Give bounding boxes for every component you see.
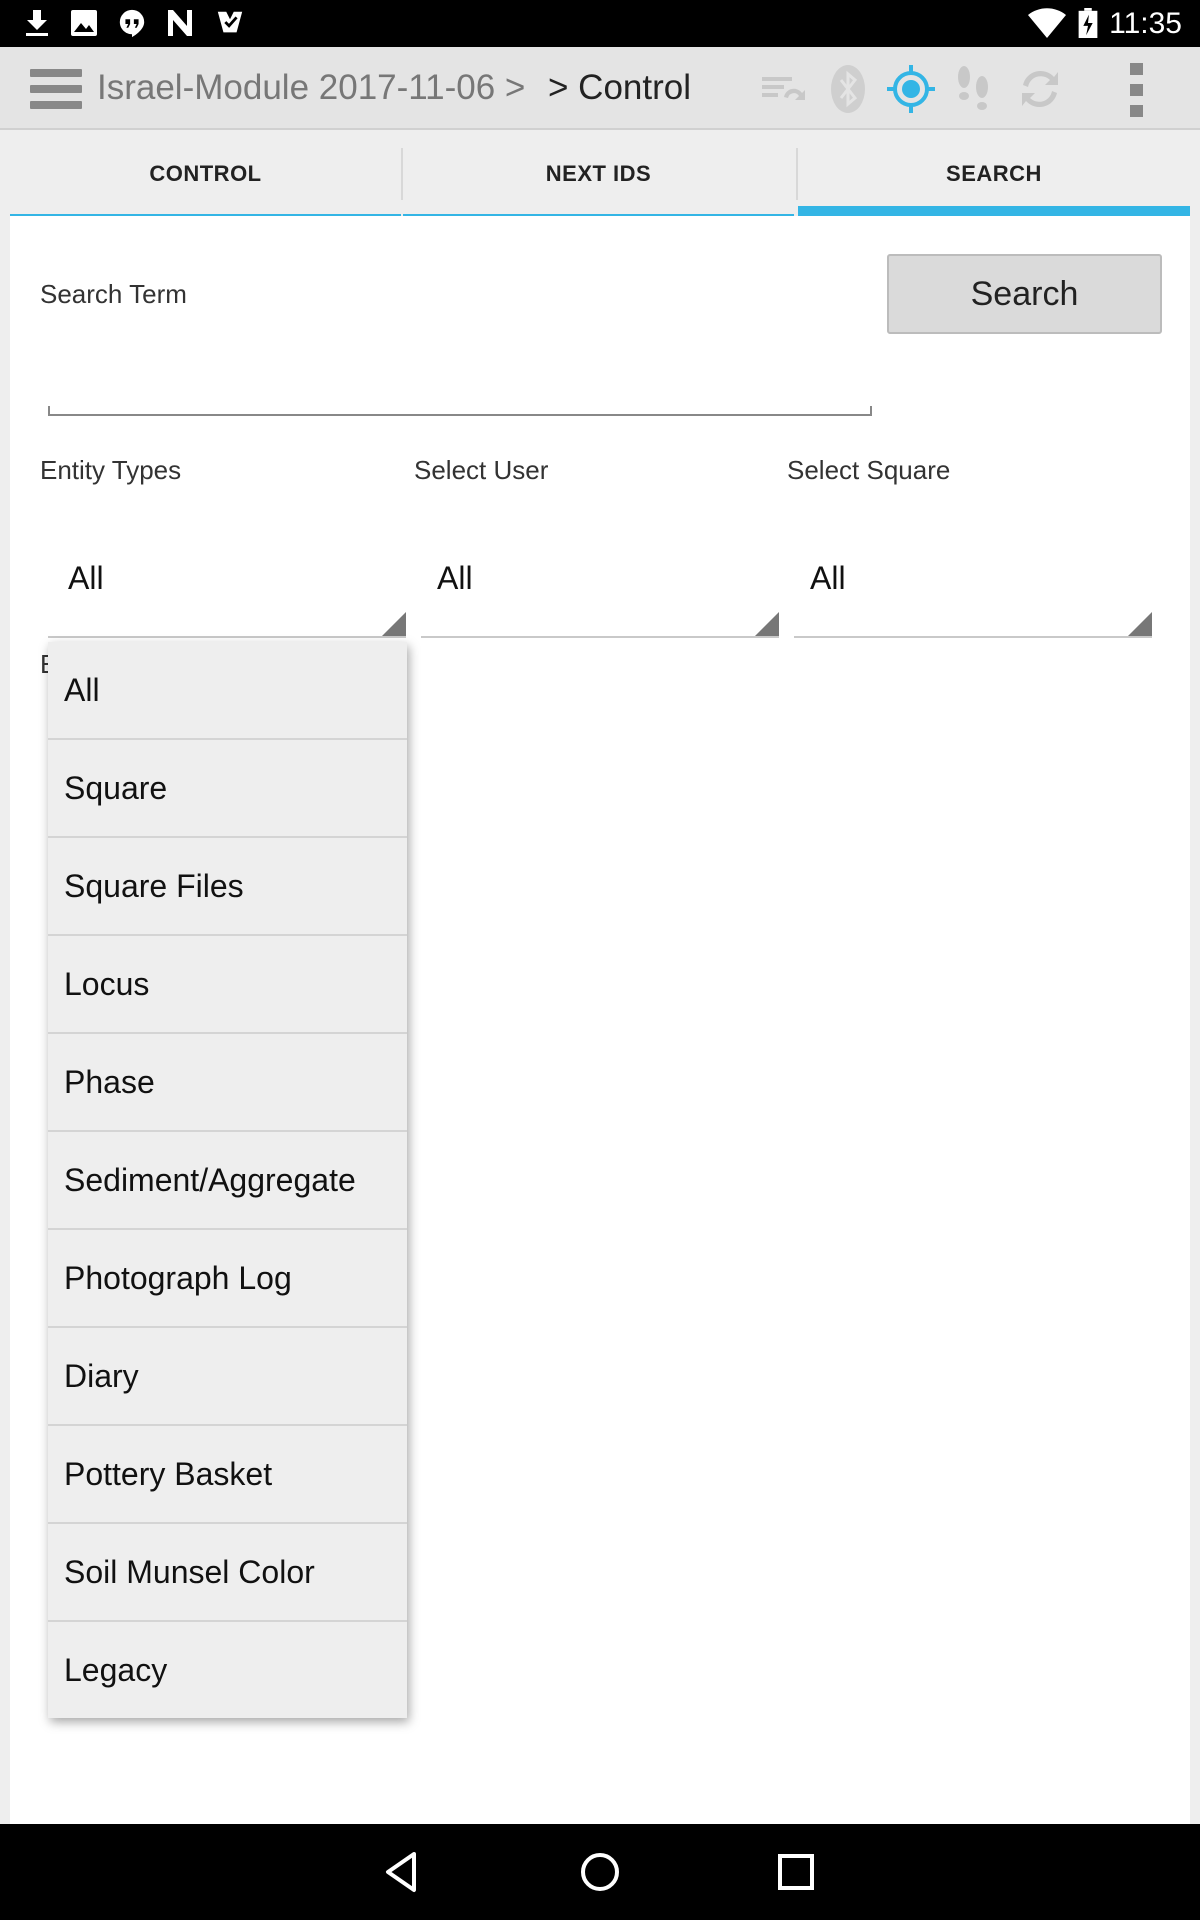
battery-charging-icon bbox=[1078, 8, 1098, 38]
dropdown-item-sediment-aggregate[interactable]: Sediment/Aggregate bbox=[48, 1132, 407, 1230]
image-icon bbox=[71, 10, 97, 36]
tab-control-label: CONTROL bbox=[149, 161, 262, 186]
dropdown-item-phase[interactable]: Phase bbox=[48, 1034, 407, 1132]
dropdown-item-legacy[interactable]: Legacy bbox=[48, 1622, 407, 1720]
hangouts-icon bbox=[119, 9, 145, 38]
download-icon bbox=[26, 10, 48, 36]
select-user-spinner[interactable]: All bbox=[421, 532, 779, 638]
tab-search[interactable]: SEARCH bbox=[798, 132, 1190, 216]
tab-control[interactable]: CONTROL bbox=[10, 132, 401, 216]
inbox-check-icon bbox=[217, 11, 243, 33]
dropdown-arrow-icon bbox=[1128, 612, 1152, 636]
wifi-icon bbox=[1028, 8, 1066, 38]
navigation-bar bbox=[0, 1824, 1200, 1920]
search-term-label: Search Term bbox=[40, 279, 187, 309]
home-icon[interactable] bbox=[576, 1848, 624, 1896]
select-user-value: All bbox=[437, 560, 473, 596]
dropdown-item-locus[interactable]: Locus bbox=[48, 936, 407, 1034]
nfc-icon bbox=[168, 10, 192, 36]
search-input[interactable] bbox=[48, 326, 872, 416]
tab-bar: CONTROL NEXT IDS SEARCH bbox=[10, 132, 1190, 216]
dropdown-item-pottery-basket[interactable]: Pottery Basket bbox=[48, 1426, 407, 1524]
select-user-label: Select User bbox=[414, 455, 549, 485]
back-icon[interactable] bbox=[380, 1848, 428, 1896]
status-bar: 11:35 bbox=[0, 0, 1200, 47]
tab-next-ids[interactable]: NEXT IDS bbox=[403, 132, 794, 216]
refresh-icon[interactable] bbox=[1014, 63, 1066, 115]
dropdown-item-all[interactable]: All bbox=[48, 642, 407, 740]
dropdown-item-diary[interactable]: Diary bbox=[48, 1328, 407, 1426]
search-button[interactable]: Search bbox=[887, 254, 1162, 334]
tab-search-label: SEARCH bbox=[946, 161, 1042, 186]
dropdown-item-square-files[interactable]: Square Files bbox=[48, 838, 407, 936]
dropdown-item-square[interactable]: Square bbox=[48, 740, 407, 838]
tab-next-ids-label: NEXT IDS bbox=[545, 161, 652, 186]
dropdown-item-soil-munsel-color[interactable]: Soil Munsel Color bbox=[48, 1524, 407, 1622]
entity-types-spinner[interactable]: All bbox=[48, 532, 406, 638]
breadcrumb-current: > Control bbox=[548, 68, 691, 107]
entity-types-dropdown: All Square Square Files Locus Phase Sedi… bbox=[48, 642, 407, 1718]
entity-types-value: All bbox=[68, 560, 104, 596]
footsteps-icon[interactable] bbox=[948, 63, 1000, 115]
entity-types-label: Entity Types bbox=[40, 455, 182, 485]
action-bar: Israel-Module 2017-11-06 > > Control bbox=[0, 47, 1200, 130]
dropdown-item-photograph-log[interactable]: Photograph Log bbox=[48, 1230, 407, 1328]
sync-list-icon[interactable] bbox=[756, 63, 808, 115]
select-square-spinner[interactable]: All bbox=[794, 532, 1152, 638]
clock: 11:35 bbox=[1109, 7, 1182, 40]
dropdown-arrow-icon bbox=[755, 612, 779, 636]
menu-icon[interactable] bbox=[30, 69, 82, 109]
gps-target-icon[interactable] bbox=[885, 63, 937, 115]
recents-icon[interactable] bbox=[772, 1848, 820, 1896]
select-square-label: Select Square bbox=[787, 455, 951, 485]
bluetooth-icon[interactable] bbox=[822, 63, 874, 115]
breadcrumb-project[interactable]: Israel-Module 2017-11-06 > bbox=[97, 65, 525, 111]
select-square-value: All bbox=[810, 560, 846, 596]
overflow-menu-icon[interactable] bbox=[1126, 63, 1146, 117]
dropdown-arrow-icon bbox=[382, 612, 406, 636]
